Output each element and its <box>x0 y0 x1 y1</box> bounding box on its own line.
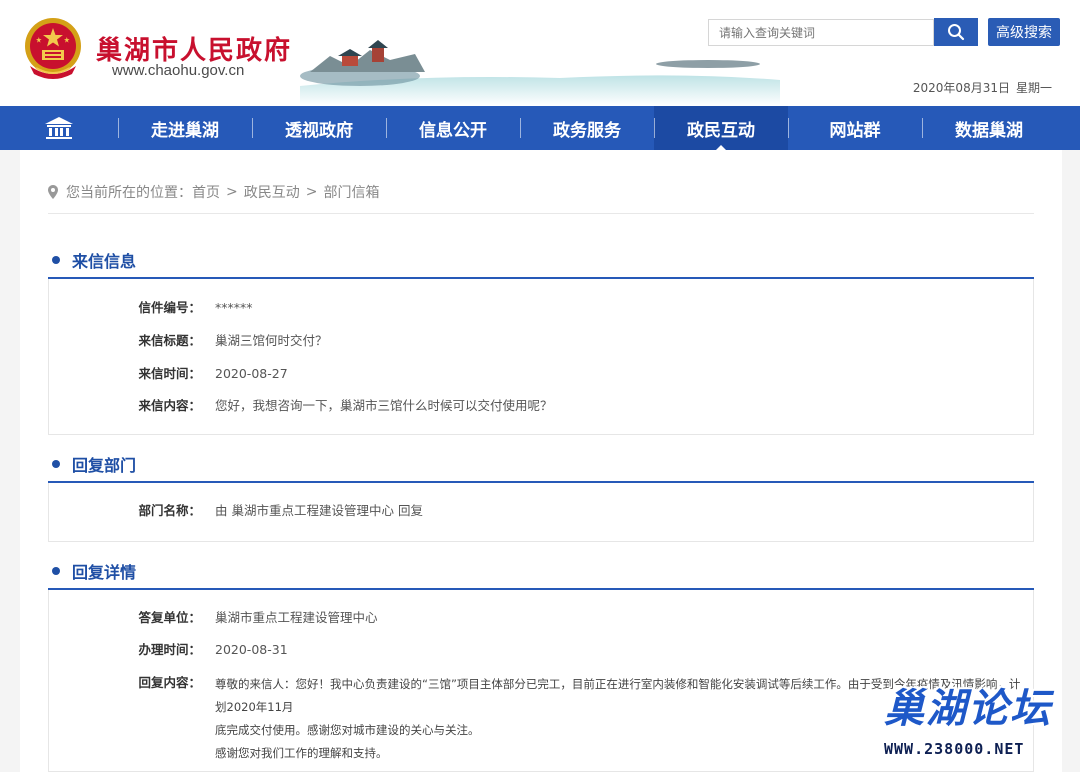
section-letter-info-title: 来信信息 <box>48 245 136 275</box>
site-url: www.chaohu.gov.cn <box>112 62 245 79</box>
search-input[interactable] <box>708 19 934 46</box>
field-label: 部门名称： <box>138 503 201 518</box>
nav-item-xinxi[interactable]: 信息公开 <box>386 106 520 150</box>
field-label: 办理时间： <box>138 642 201 657</box>
section-title-text: 回复部门 <box>72 456 137 475</box>
section-title-text: 来信信息 <box>72 252 137 271</box>
info-row-content: 来信内容： 您好，我想咨询一下，巢湖市三馆什么时候可以交付使用呢？ <box>49 396 1035 416</box>
breadcrumb-zhengmin[interactable]: 政民互动 <box>244 182 300 202</box>
section-title-text: 回复详情 <box>72 563 137 582</box>
nav-item-wangzhanqun[interactable]: 网站群 <box>788 106 922 150</box>
national-emblem-icon <box>25 18 81 79</box>
watermark-url: WWW.238000.NET <box>884 740 1025 758</box>
info-row-unit: 答复单位： 巢湖市重点工程建设管理中心 <box>49 608 1035 628</box>
current-date: 2020年08月31日 星期一 <box>907 79 1052 96</box>
nav-item-zhengmin[interactable]: 政民互动 <box>654 106 788 151</box>
advanced-search-button[interactable]: 高级搜索 <box>988 18 1060 46</box>
section-reply-dept-title: 回复部门 <box>48 449 136 479</box>
reply-time-value: 2020-08-31 <box>215 642 288 657</box>
watermark-title: 巢湖论坛 <box>884 686 1052 732</box>
search-icon <box>948 24 965 41</box>
breadcrumb-separator: > <box>305 184 318 200</box>
info-row-dept: 部门名称： 由 巢湖市重点工程建设管理中心 回复 <box>49 501 1035 521</box>
nav-item-zhengwu[interactable]: 政务服务 <box>520 106 654 150</box>
nav-item-zoujin[interactable]: 走进巢湖 <box>118 106 252 150</box>
nav-home-button[interactable] <box>0 106 118 150</box>
breadcrumb-divider <box>48 213 1034 214</box>
bullet-dot <box>52 256 60 264</box>
letter-info-panel: 信件编号： ****** 来信标题： 巢湖三馆何时交付？ 来信时间： 2020-… <box>48 279 1034 435</box>
dept-name-value: 由 巢湖市重点工程建设管理中心 回复 <box>215 503 423 518</box>
field-label: 来信时间： <box>138 366 201 381</box>
field-label: 回复内容： <box>138 675 201 690</box>
field-label: 答复单位： <box>138 610 201 625</box>
search-button[interactable] <box>934 18 978 46</box>
breadcrumb-separator: > <box>226 184 238 200</box>
reply-dept-panel: 部门名称： 由 巢湖市重点工程建设管理中心 回复 <box>48 483 1034 542</box>
breadcrumb-prefix: 您当前所在的位置： <box>66 185 192 201</box>
breadcrumb-mailbox[interactable]: 部门信箱 <box>323 182 379 202</box>
section-reply-detail-title: 回复详情 <box>48 556 136 586</box>
info-row-subject: 来信标题： 巢湖三馆何时交付？ <box>49 331 1035 351</box>
nav-item-shuju[interactable]: 数据巢湖 <box>922 106 1056 150</box>
field-label: 来信内容： <box>138 398 201 413</box>
reply-unit-value: 巢湖市重点工程建设管理中心 <box>215 610 378 625</box>
field-label: 信件编号： <box>138 300 201 315</box>
letter-subject-value: 巢湖三馆何时交付？ <box>215 333 328 348</box>
forum-watermark: 巢湖论坛 WWW.238000.NET <box>878 676 1074 770</box>
weekday-text: 星期一 <box>1015 81 1052 95</box>
info-row-number: 信件编号： ****** <box>49 298 1035 318</box>
lake-scenery-banner <box>300 40 780 106</box>
main-nav: 走进巢湖 透视政府 信息公开 政务服务 政民互动 网站群 数据巢湖 <box>0 106 1080 151</box>
location-pin-icon <box>48 185 58 199</box>
bullet-dot <box>52 567 60 575</box>
nav-item-toushi[interactable]: 透视政府 <box>252 106 386 150</box>
site-header: 巢湖市人民政府 www.chaohu.gov.cn 高级搜索 2020年08月3… <box>0 0 1080 106</box>
date-text: 2020年08月31日 <box>912 81 1010 95</box>
home-building-icon <box>45 117 73 139</box>
breadcrumb: 您当前所在的位置： 首页 > 政民互动 > 部门信箱 <box>48 182 379 202</box>
bullet-dot <box>52 460 60 468</box>
letter-number-value: ****** <box>215 300 253 315</box>
info-row-handle-time: 办理时间： 2020-08-31 <box>49 640 1035 660</box>
breadcrumb-home[interactable]: 首页 <box>192 182 220 202</box>
letter-time-value: 2020-08-27 <box>215 366 288 381</box>
letter-content-value: 您好，我想咨询一下，巢湖市三馆什么时候可以交付使用呢？ <box>215 398 553 413</box>
info-row-time: 来信时间： 2020-08-27 <box>49 364 1035 384</box>
field-label: 来信标题： <box>138 333 201 348</box>
